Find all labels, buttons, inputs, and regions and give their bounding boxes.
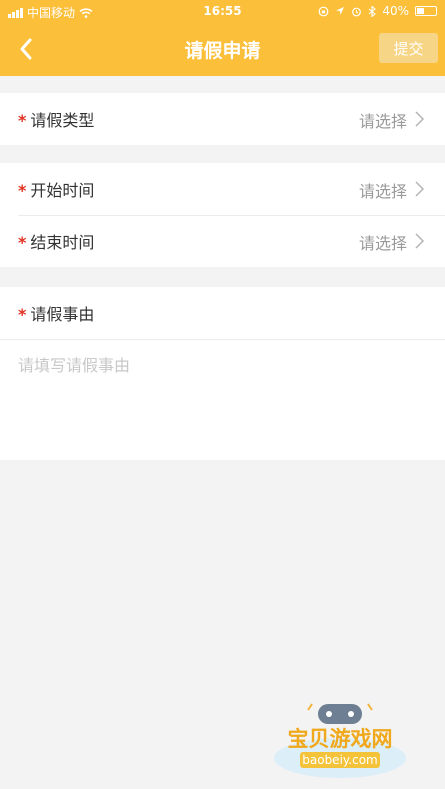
battery-percent: 40%	[382, 4, 409, 18]
status-right: 40%	[318, 4, 437, 18]
chevron-right-icon	[415, 181, 425, 197]
reason-textarea[interactable]	[18, 352, 418, 442]
start-time-label: * 开始时间	[18, 181, 95, 200]
svg-text:baobeiy.com: baobeiy.com	[302, 753, 377, 767]
reason-input-wrap	[0, 339, 445, 460]
watermark-logo: 宝贝游戏网 baobeiy.com	[268, 700, 418, 782]
battery-icon	[415, 6, 437, 16]
reason-row: * 请假事由	[0, 287, 445, 339]
alarm-icon	[352, 7, 362, 16]
time-group: * 开始时间 请选择 * 结束时间 请选择	[0, 163, 445, 267]
submit-button[interactable]: 提交	[379, 33, 438, 63]
location-icon	[336, 7, 345, 15]
required-mark: *	[18, 305, 27, 324]
chevron-right-icon	[415, 233, 425, 249]
svg-text:宝贝游戏网: 宝贝游戏网	[288, 727, 393, 751]
status-bar: 中国移动 16:55 40%	[0, 0, 445, 24]
chevron-right-icon	[415, 111, 425, 127]
end-time-row[interactable]: * 结束时间 请选择	[0, 215, 445, 267]
header: 中国移动 16:55 40% 请假申请 提交	[0, 0, 445, 76]
leave-type-value: 请选择	[358, 112, 407, 131]
required-mark: *	[18, 233, 27, 252]
start-time-value: 请选择	[358, 182, 407, 201]
bluetooth-icon	[368, 5, 377, 17]
reason-label: * 请假事由	[18, 305, 95, 324]
end-time-label: * 结束时间	[18, 233, 95, 252]
start-time-row[interactable]: * 开始时间 请选择	[0, 163, 445, 215]
end-time-value: 请选择	[358, 234, 407, 253]
reason-group: * 请假事由	[0, 287, 445, 460]
nav-bar: 请假申请 提交	[0, 24, 445, 76]
required-mark: *	[18, 111, 27, 130]
leave-type-label: * 请假类型	[18, 111, 95, 130]
rotation-lock-icon	[318, 6, 329, 16]
required-mark: *	[18, 181, 27, 200]
leave-type-row[interactable]: * 请假类型 请选择	[0, 93, 445, 145]
leave-type-group: * 请假类型 请选择	[0, 93, 445, 145]
gamepad-icon: 宝贝游戏网 baobeiy.com	[274, 703, 406, 778]
